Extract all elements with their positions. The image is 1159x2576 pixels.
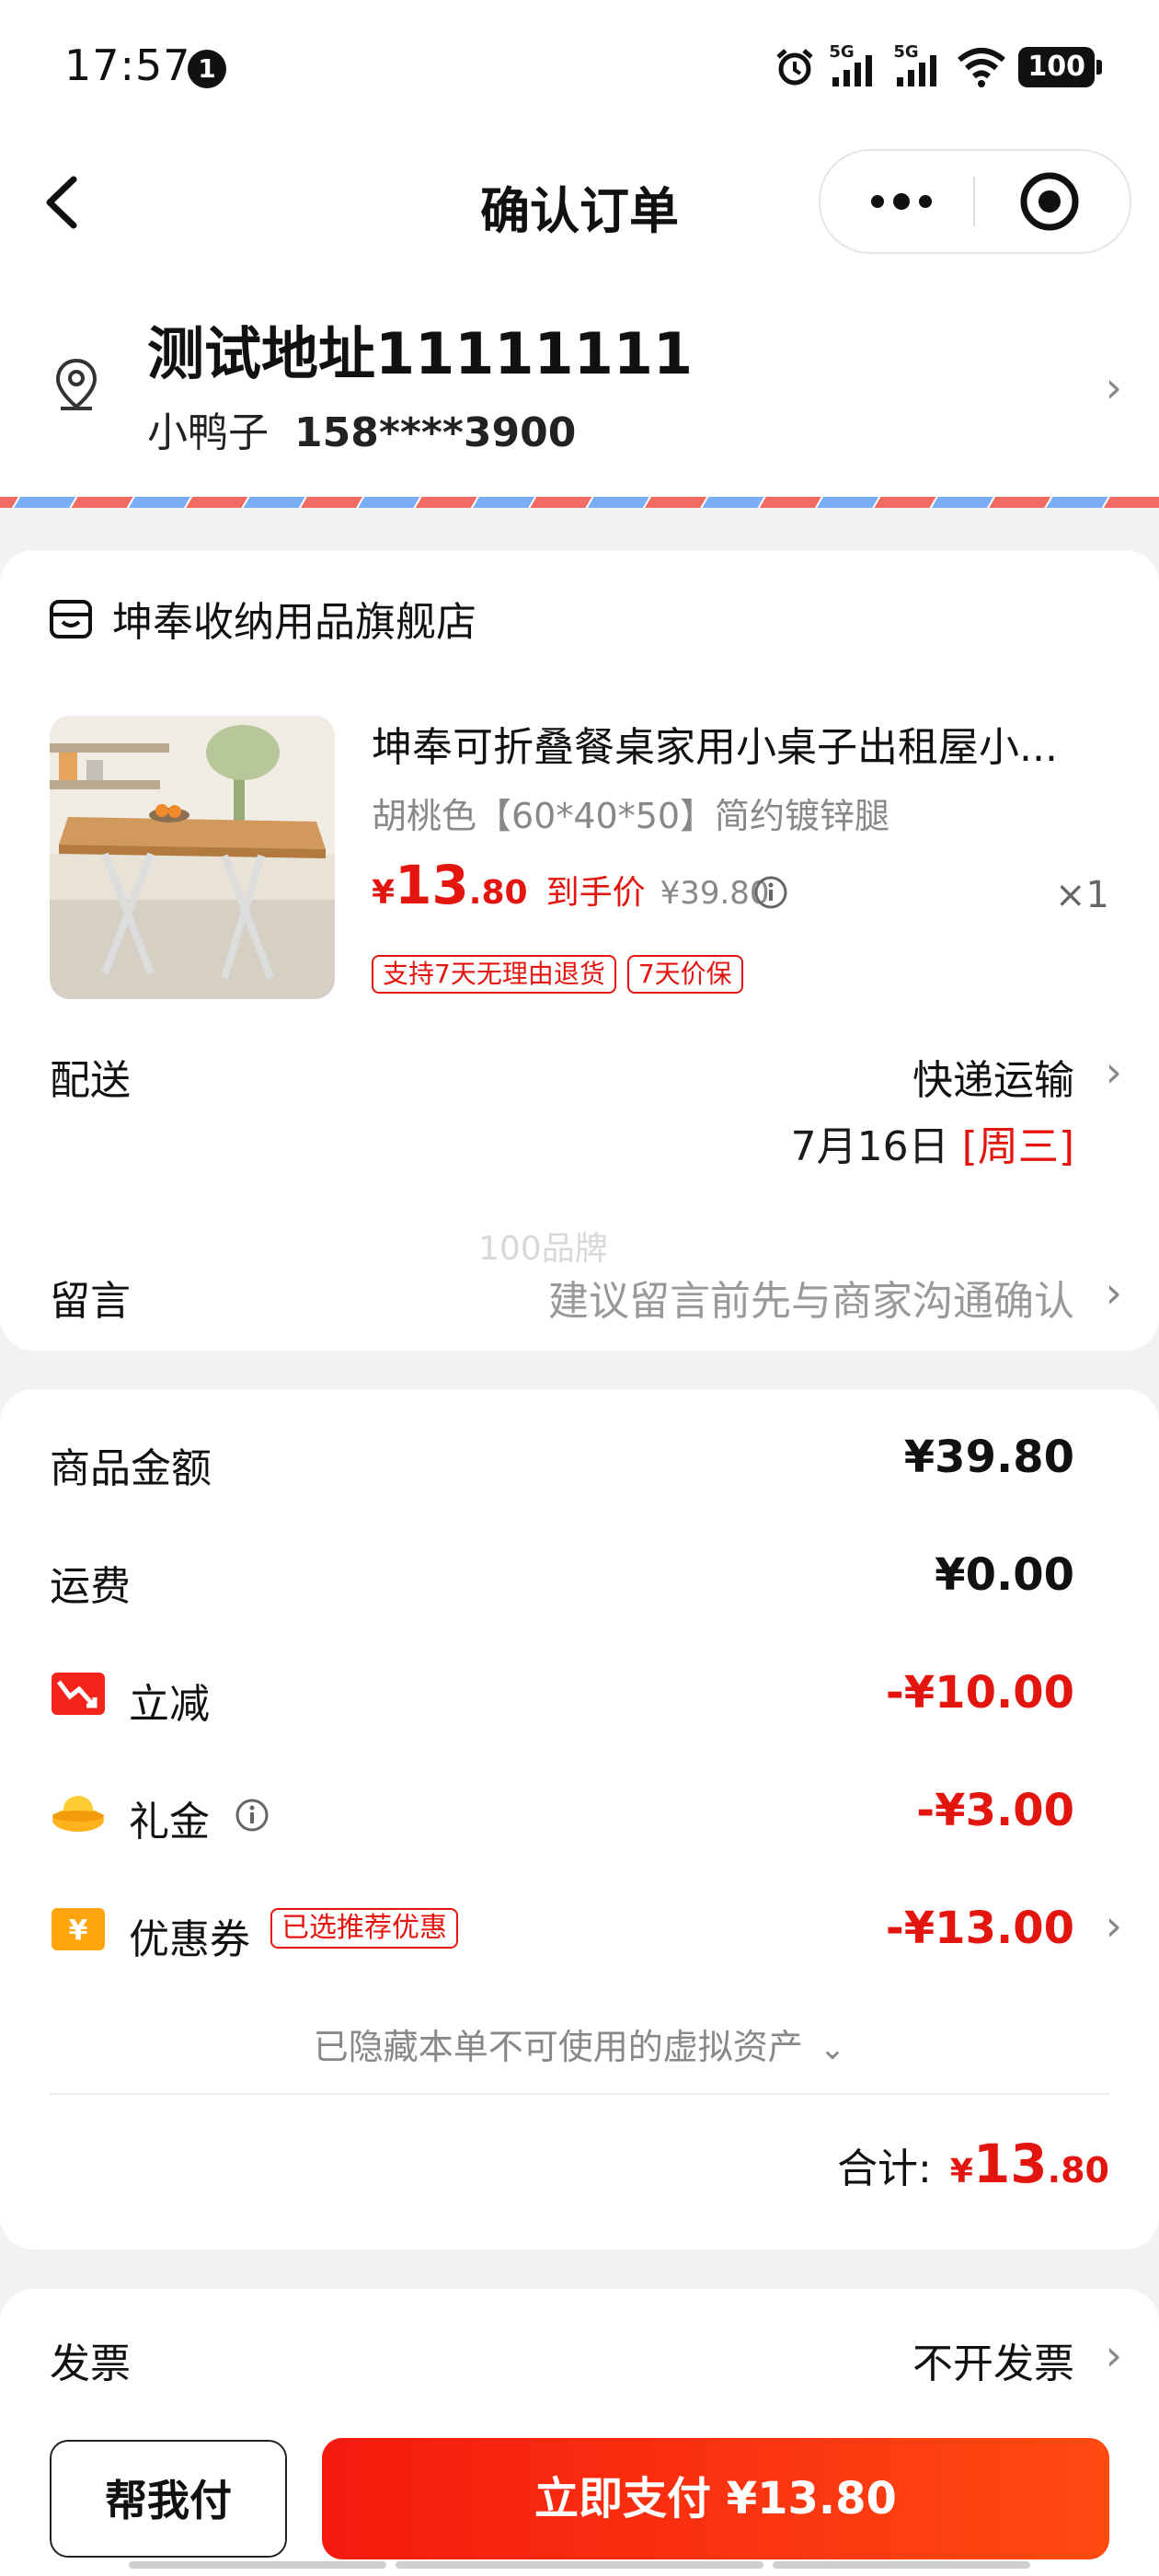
chevron-right-icon: › — [1105, 1268, 1122, 1317]
delivery-date-text: 7月16日 — [790, 1123, 949, 1170]
chevron-down-icon: ⌄ — [819, 2030, 846, 2067]
hidden-assets-text: 已隐藏本单不可使用的虚拟资产 — [313, 2027, 803, 2067]
product-spec: 胡桃色【60*40*50】简约镀锌腿 — [372, 796, 890, 836]
invoice-value: 不开发票 — [912, 2340, 1074, 2387]
battery-icon: 100 — [1018, 47, 1102, 87]
goods-amount-value: ¥39.80 — [903, 1432, 1074, 1483]
shipping-method[interactable]: 快递运输 — [912, 1047, 1074, 1106]
status-time: 17:57 — [64, 40, 191, 90]
bottom-bar: 帮我付 立即支付 ¥13.80 — [0, 2420, 1159, 2576]
goods-amount-label: 商品金额 — [50, 1445, 212, 1492]
location-pin-icon — [55, 358, 98, 410]
quantity: ×1 — [1055, 874, 1109, 916]
tag-return: 支持7天无理由退货 — [372, 955, 616, 994]
info-icon[interactable] — [752, 874, 789, 911]
coupon-tag: 已选推荐优惠 — [270, 1908, 458, 1949]
mini-program-capsule — [819, 149, 1131, 254]
pay-now-button[interactable]: 立即支付 ¥13.80 — [322, 2438, 1109, 2559]
chevron-right-icon: › — [1105, 362, 1122, 412]
hidden-assets-toggle[interactable]: 已隐藏本单不可使用的虚拟资产 ⌄ — [0, 2018, 1159, 2069]
store-name[interactable]: 坤奉收纳用品旗舰店 — [112, 589, 476, 648]
coupon-icon: ¥ — [52, 1908, 105, 1950]
airmail-stripe — [0, 497, 1159, 508]
note-input[interactable]: 建议留言前先与商家沟通确认 — [548, 1268, 1074, 1327]
total-dec: .80 — [1047, 2150, 1109, 2191]
capsule-divider — [973, 177, 975, 226]
close-target-icon[interactable] — [1019, 171, 1080, 232]
total-label: 合计: — [837, 2145, 932, 2192]
tag-price-protect: 7天价保 — [626, 955, 743, 994]
product-title[interactable]: 坤奉可折叠餐桌家用小桌子出租屋小... — [372, 714, 1107, 773]
address-section[interactable]: 测试地址11111111 小鸭子 158****3900 › — [0, 276, 1159, 506]
freight-label: 运费 — [50, 1563, 131, 1610]
svg-text:¥: ¥ — [69, 1915, 88, 1947]
address-contact: 小鸭子 158****3900 — [147, 399, 576, 458]
shipping-label: 配送 — [50, 1057, 131, 1104]
signal-icon-2: 5G — [893, 42, 945, 88]
nav-bar: 确认订单 — [0, 138, 1159, 276]
product-tags: 支持7天无理由退货 7天价保 — [372, 955, 743, 994]
coupon-value[interactable]: -¥13.00 — [886, 1903, 1074, 1954]
coupon-label: 优惠券 — [129, 1916, 250, 1963]
total-int: 13 — [972, 2133, 1048, 2195]
note-label: 留言 — [50, 1278, 131, 1325]
contact-phone: 158****3900 — [294, 409, 577, 456]
address-title: 测试地址11111111 — [147, 320, 694, 387]
status-bar: 17:57 1 5G 5G 100 — [0, 0, 1159, 138]
discount-value: -¥10.00 — [885, 1667, 1074, 1719]
final-price-label: 到手价 — [545, 874, 646, 912]
discount-icon — [52, 1673, 105, 1715]
price-dec: .80 — [468, 874, 528, 912]
alarm-icon — [776, 49, 814, 86]
wifi-icon — [958, 48, 1006, 87]
chevron-right-icon: › — [1105, 1901, 1122, 1950]
chevron-right-icon: › — [1105, 1047, 1122, 1097]
divider — [50, 2093, 1109, 2095]
price-int: 13 — [395, 854, 469, 916]
fees-card: 商品金额 ¥39.80 运费 ¥0.00 立减 -¥10.00 礼金 -¥3.0… — [0, 1389, 1159, 2249]
invoice-label: 发票 — [50, 2340, 131, 2387]
price-row: ¥ 13 .80 到手价 ¥39.80 — [372, 854, 770, 916]
chevron-right-icon: › — [1105, 2330, 1122, 2380]
delivery-date: 7月16日 [周三] — [791, 1113, 1074, 1172]
gift-value: -¥3.00 — [916, 1785, 1074, 1836]
contact-name: 小鸭子 — [147, 409, 269, 456]
freight-value: ¥0.00 — [935, 1549, 1074, 1601]
total-row: 合计: ¥ 13 .80 — [837, 2133, 1109, 2195]
home-indicator — [129, 2561, 1030, 2570]
info-icon[interactable] — [234, 1797, 270, 1834]
more-dots-icon[interactable] — [865, 177, 938, 226]
order-card: 坤奉收纳用品旗舰店 坤奉可折叠餐桌家用小桌子出租屋小... 胡桃色【60*40*… — [0, 550, 1159, 1351]
gift-label: 礼金 — [129, 1799, 210, 1846]
signal-icon: 5G — [829, 42, 880, 88]
discount-label: 立减 — [129, 1681, 210, 1728]
watermark: 100品牌 — [478, 1230, 608, 1268]
gift-gold-icon — [52, 1796, 104, 1832]
notification-badge: 1 — [188, 50, 226, 88]
store-icon — [50, 600, 92, 638]
product-image[interactable] — [50, 716, 335, 999]
delivery-weekday: [周三] — [961, 1123, 1074, 1170]
price-symbol: ¥ — [372, 874, 396, 912]
help-pay-button[interactable]: 帮我付 — [50, 2440, 287, 2558]
status-icons: 5G 5G 100 — [774, 42, 1102, 88]
total-symbol: ¥ — [949, 2153, 973, 2191]
